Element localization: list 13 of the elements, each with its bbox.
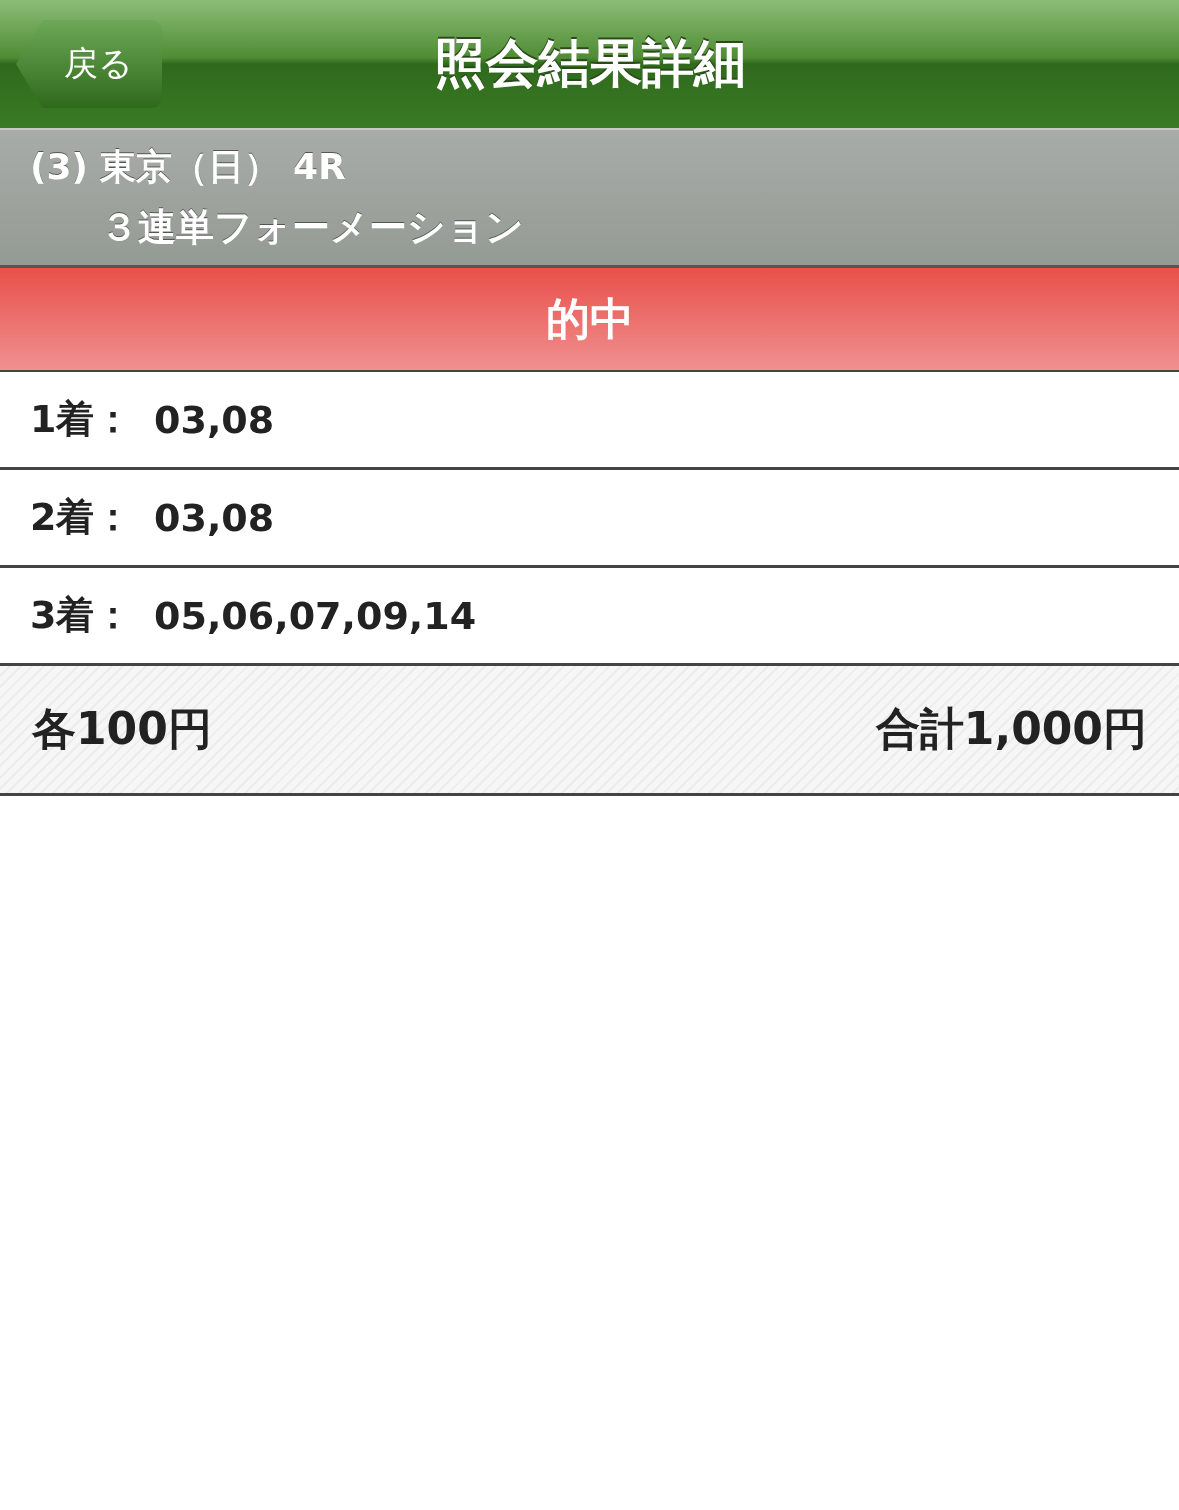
place-label: 1着：: [30, 396, 134, 443]
place-label: 3着：: [30, 592, 134, 639]
horse-numbers: 03,08: [154, 397, 275, 442]
race-venue: (3) 東京（日） 4R: [30, 144, 347, 189]
horse-numbers: 03,08: [154, 495, 275, 540]
bet-type: ３連単フォーメーション: [99, 203, 525, 251]
result-label: 的中: [545, 291, 634, 346]
page-title: 照会結果詳細: [433, 32, 746, 95]
unit-amount: 各100円: [32, 702, 212, 756]
back-button[interactable]: 戻る: [16, 20, 162, 108]
horse-numbers: 05,06,07,09,14: [154, 593, 477, 638]
total-amount: 合計1,000円: [875, 702, 1147, 756]
place-label: 2着：: [30, 494, 134, 541]
